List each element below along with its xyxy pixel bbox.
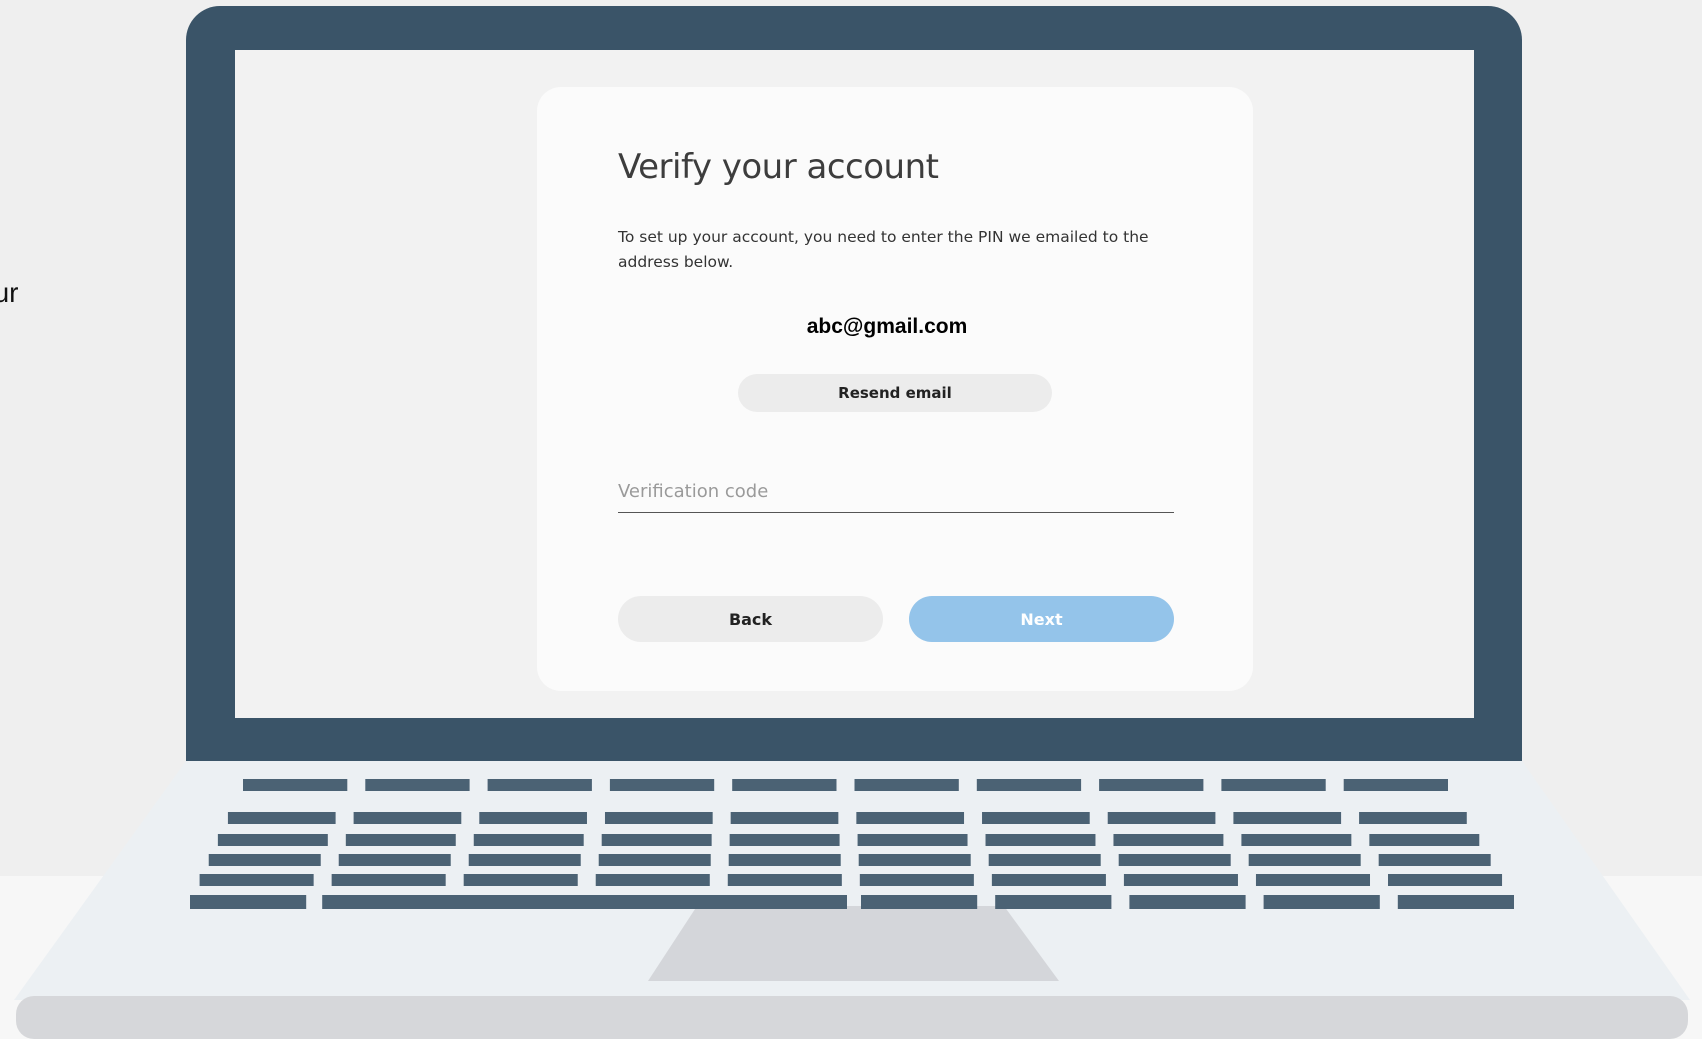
keyboard-key <box>1107 812 1216 824</box>
keyboard-key <box>208 854 321 866</box>
keyboard-key <box>732 779 837 791</box>
keyboard-key <box>1263 895 1380 909</box>
keyboard-spacebar <box>322 895 847 909</box>
keyboard-key <box>598 854 711 866</box>
keyboard-key <box>861 895 978 909</box>
keyboard-key <box>1221 779 1326 791</box>
keyboard-key <box>473 834 584 846</box>
keyboard-key <box>1118 854 1231 866</box>
keyboard-key <box>199 874 314 886</box>
keyboard-key <box>1388 874 1503 886</box>
laptop-screen: Verify your account To set up your accou… <box>235 50 1474 718</box>
keyboard-key <box>1255 874 1371 886</box>
laptop-trackpad <box>648 906 1059 981</box>
keyboard-key <box>995 895 1112 909</box>
keyboard-key <box>1248 854 1361 866</box>
email-address: abc@gmail.com <box>806 315 968 338</box>
keyboard-key <box>487 779 592 791</box>
keyboard-key <box>1233 812 1342 824</box>
keyboard-key <box>463 874 578 886</box>
keyboard-key <box>345 834 456 846</box>
keyboard-key <box>227 812 336 824</box>
instructions-text: To set up your account, you need to ente… <box>618 228 1149 271</box>
next-button[interactable]: Next <box>909 596 1174 642</box>
keyboard-key <box>1359 812 1467 824</box>
verification-code-input[interactable] <box>618 472 1174 510</box>
keyboard-key <box>976 779 1082 791</box>
keyboard-key <box>353 812 462 824</box>
keyboard-key <box>331 874 446 886</box>
keyboard-key <box>601 834 712 846</box>
verify-account-card: Verify your account To set up your accou… <box>537 87 1253 691</box>
keyboard-key <box>727 874 842 886</box>
keyboard-key <box>365 779 470 791</box>
keyboard-key <box>1099 779 1204 791</box>
page-title: Verify your account <box>618 147 939 187</box>
keyboard-key <box>1241 834 1352 846</box>
keyboard-key <box>1113 834 1224 846</box>
keyboard-key <box>468 854 581 866</box>
keyboard-key <box>859 874 974 886</box>
keyboard-key <box>991 874 1106 886</box>
keyboard-key <box>604 812 713 824</box>
keyboard-key <box>243 779 348 791</box>
keyboard-key <box>338 854 451 866</box>
verification-code-field <box>618 472 1174 513</box>
keyboard-key <box>988 854 1101 866</box>
laptop-bottom-edge <box>16 996 1688 1039</box>
keyboard-key <box>217 834 328 846</box>
keyboard-key <box>729 834 840 846</box>
resend-email-button[interactable]: Resend email <box>738 374 1052 412</box>
keyboard-key <box>1369 834 1480 846</box>
keyboard-key <box>730 812 839 824</box>
keyboard-key <box>858 854 971 866</box>
keyboard-key <box>190 895 307 909</box>
keyboard-key <box>1378 854 1491 866</box>
keyboard-key <box>1129 895 1246 909</box>
keyboard-key <box>982 812 1090 824</box>
keyboard-key <box>609 779 715 791</box>
back-button[interactable]: Back <box>618 596 883 642</box>
keyboard-key <box>1343 779 1448 791</box>
keyboard-key <box>728 854 841 866</box>
keyboard-key <box>856 812 965 824</box>
keyboard-key <box>1123 874 1238 886</box>
keyboard-key <box>479 812 587 824</box>
keyboard-key <box>854 779 959 791</box>
keyboard-key <box>1397 895 1514 909</box>
keyboard-key <box>857 834 968 846</box>
keyboard-key <box>985 834 1096 846</box>
keyboard-key <box>595 874 710 886</box>
